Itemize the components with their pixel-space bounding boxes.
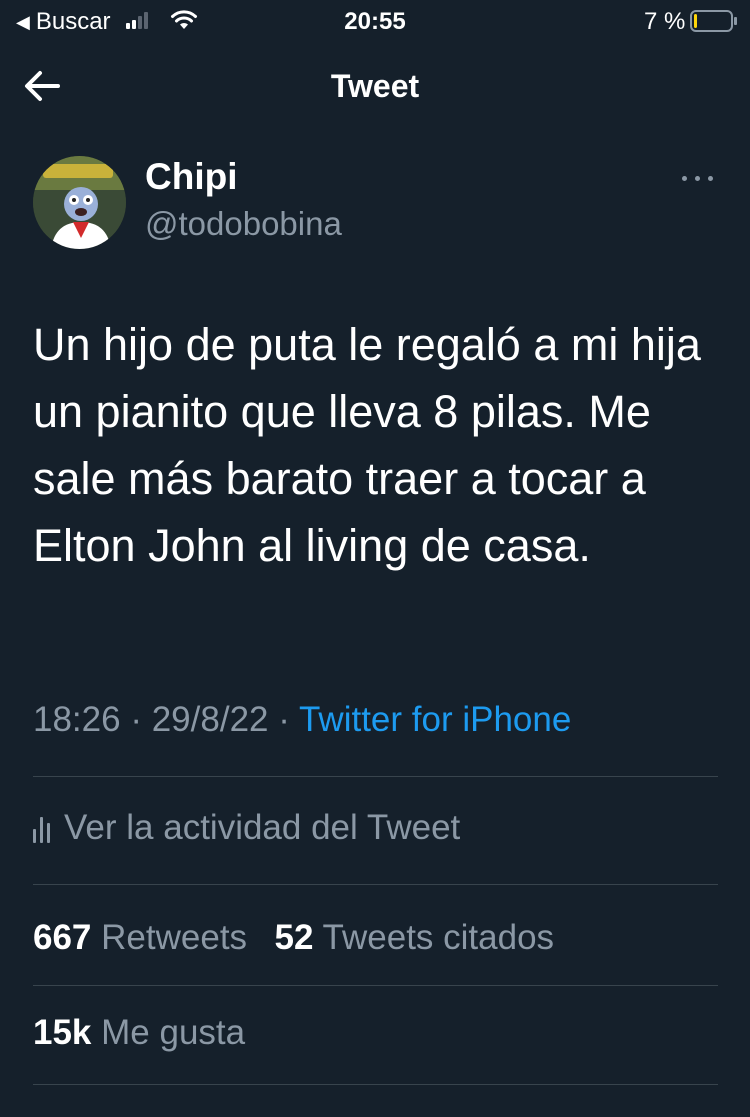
- activity-bars-icon: [33, 813, 50, 843]
- likes-label: Me gusta: [101, 1013, 246, 1052]
- tweet-time[interactable]: 18:26: [33, 700, 121, 739]
- activity-label: Ver la actividad del Tweet: [64, 808, 461, 847]
- battery-percent: 7 %: [644, 8, 686, 35]
- quotes-count: 52: [274, 918, 314, 957]
- tweet-source-link[interactable]: Twitter for iPhone: [299, 700, 571, 739]
- meta-separator: ·: [130, 700, 142, 739]
- tweet-text: Un hijo de puta le regaló a mi hija un p…: [33, 319, 701, 571]
- divider: [33, 776, 718, 777]
- more-options-icon[interactable]: [678, 164, 718, 194]
- tweet-meta: 18:26 · 29/8/22 · Twitter for iPhone: [33, 700, 571, 740]
- status-time: 20:55: [344, 8, 406, 35]
- likes-link[interactable]: 15k Me gusta: [33, 1013, 245, 1053]
- retweets-count: 667: [33, 918, 92, 957]
- retweets-label: Retweets: [101, 918, 248, 957]
- author-handle[interactable]: @todobobina: [145, 205, 342, 243]
- status-bar: ◀ Buscar 20:55 7 %: [0, 0, 750, 42]
- divider: [33, 985, 718, 986]
- view-activity-button[interactable]: Ver la actividad del Tweet: [33, 808, 460, 848]
- battery-icon: [690, 10, 737, 32]
- retweets-link[interactable]: 667 Retweets: [33, 918, 257, 957]
- avatar[interactable]: [33, 156, 126, 249]
- tweet-date[interactable]: 29/8/22: [152, 700, 269, 739]
- meta-separator: ·: [278, 700, 290, 739]
- avatar-image: [33, 156, 126, 249]
- page-title: Tweet: [330, 68, 420, 104]
- quotes-link[interactable]: 52 Tweets citados: [275, 918, 555, 957]
- quotes-label: Tweets citados: [322, 918, 555, 957]
- engagement-row: 667 Retweets 52 Tweets citados: [33, 918, 554, 958]
- divider: [33, 884, 718, 885]
- nav-header: Tweet: [0, 56, 750, 116]
- divider: [33, 1084, 718, 1085]
- likes-count: 15k: [33, 1013, 92, 1052]
- author-name[interactable]: Chipi: [145, 156, 237, 198]
